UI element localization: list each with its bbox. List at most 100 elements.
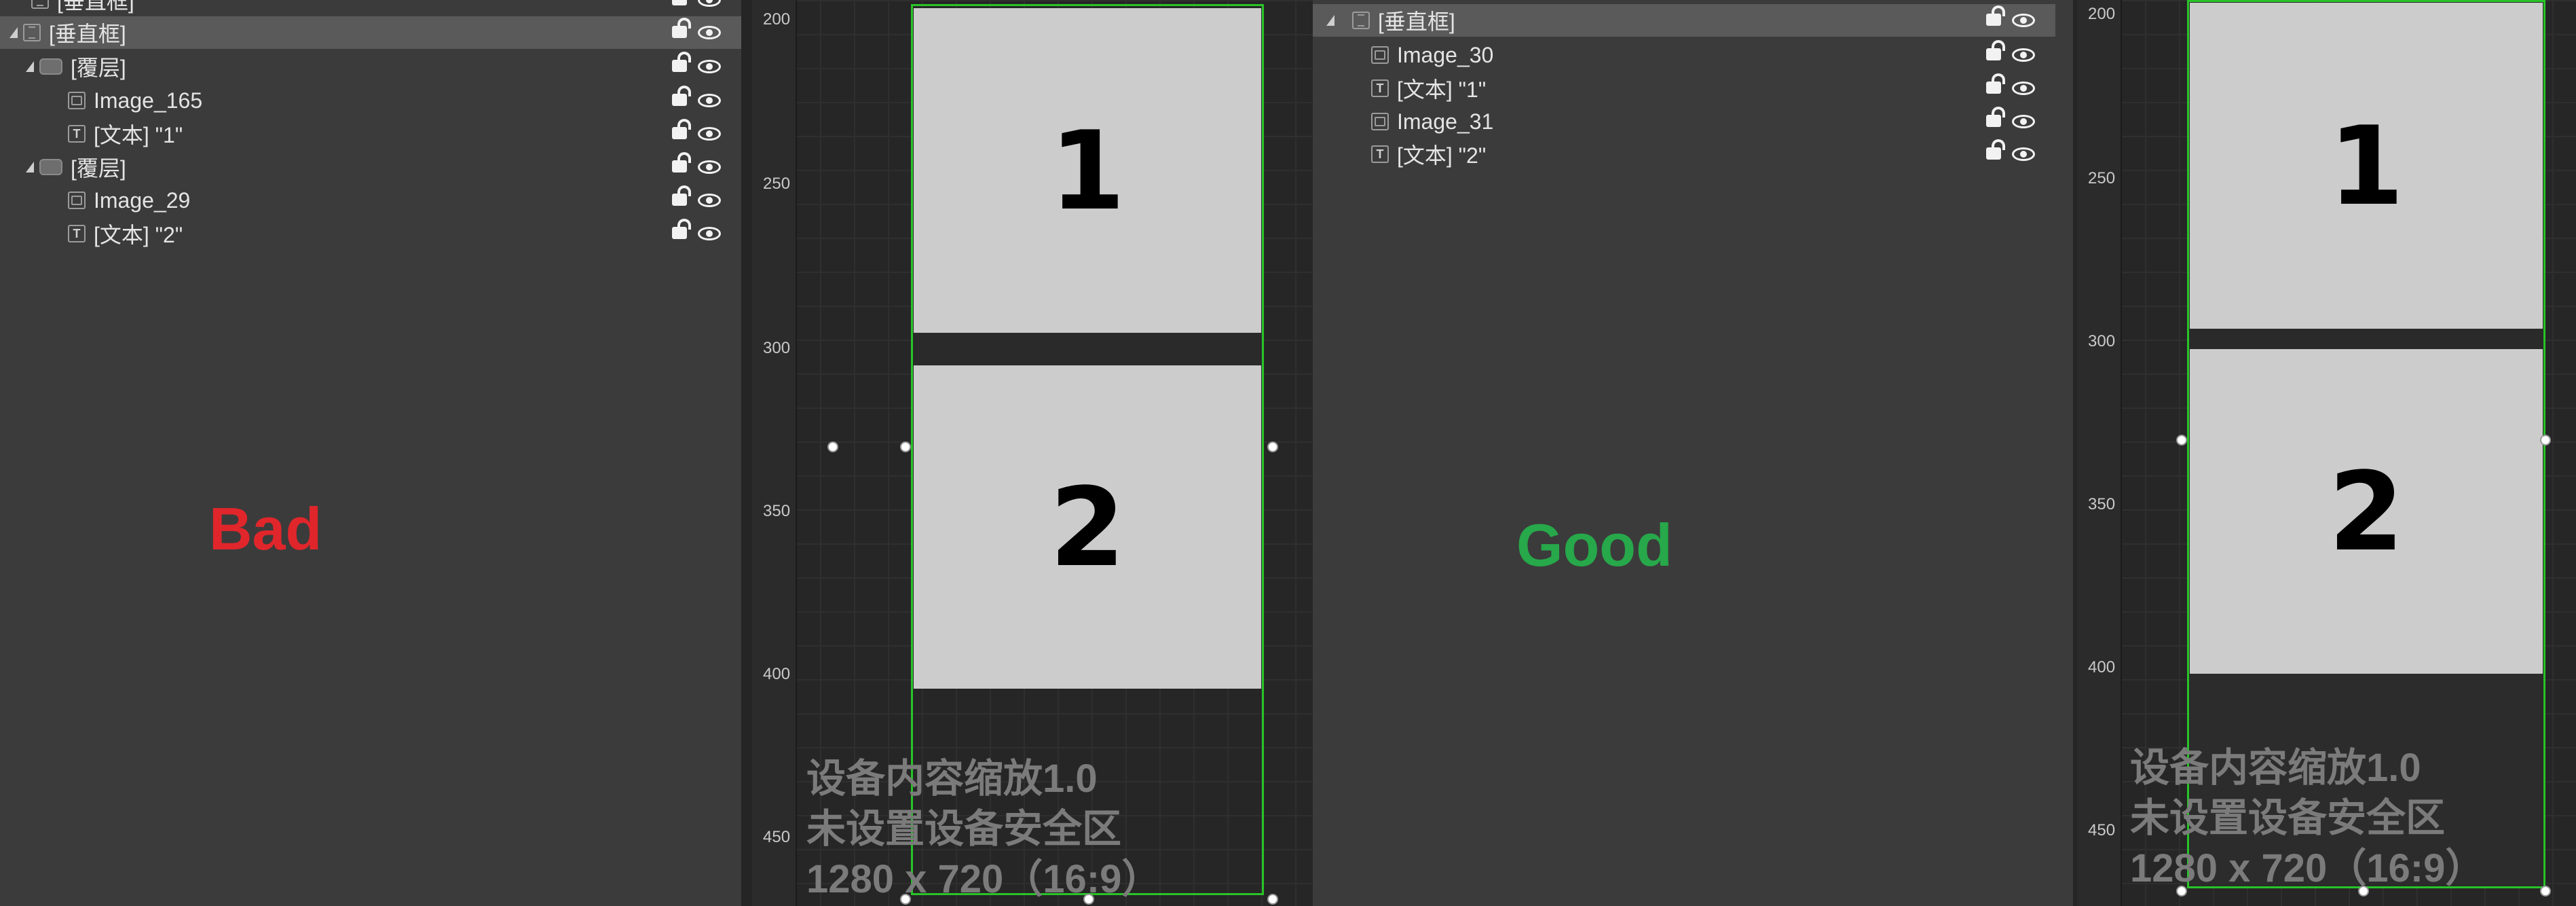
lock-icon[interactable] (1986, 73, 2005, 95)
ruler-tick: 350 (2088, 495, 2116, 513)
vertical-box-icon (31, 0, 49, 9)
ruler-tick: 300 (2088, 332, 2116, 350)
resize-handle[interactable] (1267, 441, 1278, 452)
ruler-tick: 200 (763, 10, 791, 29)
tile-2[interactable]: 2 (914, 365, 1261, 689)
tree-row-text-1[interactable]: T [文本] "1" (0, 117, 741, 150)
visibility-eye-icon[interactable] (698, 0, 721, 7)
overlay-icon (39, 159, 62, 175)
visibility-eye-icon[interactable] (2012, 115, 2035, 128)
image-icon (1371, 113, 1389, 130)
visibility-eye-icon[interactable] (698, 127, 721, 141)
lock-icon[interactable] (672, 0, 688, 7)
vertical-ruler: 200 250 300 350 400 450 (752, 0, 797, 906)
tree-row-image-30[interactable]: Image_30 (1313, 39, 2055, 71)
visibility-eye-icon[interactable] (698, 60, 721, 73)
row-controls (1986, 39, 2035, 71)
resize-handle[interactable] (900, 441, 911, 452)
left-designer-canvas[interactable]: 200 250 300 350 400 450 1 2 设备内容缩放1.0 未设… (752, 0, 1313, 906)
ruler-tick: 450 (763, 828, 791, 846)
visibility-eye-icon[interactable] (698, 227, 721, 240)
visibility-eye-icon[interactable] (2012, 81, 2035, 95)
row-controls (1986, 4, 2035, 37)
resize-handle[interactable] (2540, 435, 2551, 446)
visibility-eye-icon[interactable] (698, 26, 721, 39)
image-icon (68, 192, 86, 209)
ruler-tick: 250 (763, 175, 791, 193)
tree-row-label: [垂直框] (1378, 10, 1455, 34)
visibility-eye-icon[interactable] (2012, 48, 2035, 62)
tree-row-image-165[interactable]: Image_165 (0, 84, 741, 117)
tree-row-label: [覆层] (71, 156, 126, 181)
tree-row-text-1[interactable]: T [文本] "1" (1313, 72, 2055, 105)
lock-icon[interactable] (672, 18, 691, 39)
visibility-eye-icon[interactable] (2012, 14, 2035, 27)
ruler-tick: 400 (2088, 658, 2116, 676)
row-controls (1986, 138, 2035, 170)
expand-triangle-icon[interactable] (10, 27, 18, 38)
row-controls (1986, 72, 2035, 105)
lock-icon[interactable] (1986, 40, 2005, 62)
text-icon: T (1371, 79, 1389, 97)
row-controls (672, 16, 721, 49)
tree-row-image-31[interactable]: Image_31 (1313, 105, 2055, 138)
expand-triangle-icon[interactable] (26, 162, 34, 173)
lock-icon[interactable] (1986, 5, 2005, 27)
resize-handle[interactable] (1267, 894, 1278, 905)
tree-row-label: [垂直框] (57, 0, 134, 14)
lock-icon[interactable] (1986, 139, 2005, 161)
left-hierarchy-panel: [垂直框] [垂直框] [覆层] Image_165 T [文本] "1" [覆… (0, 0, 741, 906)
resize-handle[interactable] (2176, 435, 2187, 446)
tree-row-label: Image_30 (1397, 42, 1494, 67)
tree-row-label: [文本] "2" (1397, 143, 1487, 168)
ruler-tick: 250 (2088, 169, 2116, 187)
ruler-tick: 350 (763, 502, 791, 520)
ruler-tick: 200 (2088, 5, 2116, 23)
overlay-line-dpi: 设备内容缩放1.0 (806, 757, 1098, 801)
lock-icon[interactable] (672, 52, 691, 73)
tree-row-text-2[interactable]: T [文本] "2" (1313, 138, 2055, 170)
tree-row-text-2[interactable]: T [文本] "2" (0, 217, 741, 250)
lock-icon[interactable] (672, 86, 691, 107)
tile-2[interactable]: 2 (2190, 349, 2543, 674)
verdict-bad-label: Bad (209, 495, 322, 562)
tree-row-label: Image_165 (94, 88, 203, 113)
image-icon (1371, 46, 1389, 64)
right-hierarchy-panel: [垂直框] Image_30 T [文本] "1" Image_31 T [文本… (1313, 0, 2073, 906)
visibility-eye-icon[interactable] (698, 94, 721, 107)
tree-row-vertical-box-top[interactable]: [垂直框] (0, 0, 741, 16)
visibility-eye-icon[interactable] (698, 194, 721, 207)
lock-icon[interactable] (672, 219, 691, 240)
tree-row-overlay-2[interactable]: [覆层] (0, 151, 741, 183)
lock-icon[interactable] (672, 119, 691, 141)
tree-row-label: [文本] "1" (94, 123, 183, 147)
device-info-overlay: 设备内容缩放1.0 未设置设备安全区 1280 x 720（16:9） (2130, 743, 2484, 894)
overlay-icon (39, 58, 62, 75)
tree-row-image-29[interactable]: Image_29 (0, 184, 741, 217)
tree-row-label: Image_29 (94, 187, 191, 213)
tile-1[interactable]: 1 (2190, 3, 2543, 329)
expand-triangle-icon[interactable] (1326, 15, 1334, 26)
vertical-box-icon (23, 24, 41, 41)
tree-row-overlay-1[interactable]: [覆层] (0, 50, 741, 83)
right-designer-canvas[interactable]: 200 250 300 350 400 450 1 2 设备内容缩放1.0 未设… (2077, 0, 2576, 906)
device-info-overlay: 设备内容缩放1.0 未设置设备安全区 1280 x 720（16:9） (806, 754, 1161, 905)
tree-row-vertical-box-selected[interactable]: [垂直框] (0, 16, 741, 49)
image-icon (68, 92, 86, 109)
row-controls (672, 50, 721, 83)
resize-handle[interactable] (827, 441, 838, 452)
lock-icon[interactable] (672, 185, 691, 207)
tree-row-vertical-box-selected[interactable]: [垂直框] (1313, 4, 2055, 37)
visibility-eye-icon[interactable] (698, 160, 721, 174)
ruler-tick: 300 (763, 339, 791, 357)
text-icon: T (1371, 145, 1389, 163)
expand-triangle-icon[interactable] (26, 61, 34, 72)
tile-1[interactable]: 1 (914, 8, 1261, 333)
lock-icon[interactable] (1986, 107, 2005, 128)
resize-handle[interactable] (2540, 886, 2551, 896)
lock-icon[interactable] (672, 152, 691, 174)
visibility-eye-icon[interactable] (2012, 147, 2035, 161)
overlay-line-resolution: 1280 x 720（16:9） (806, 857, 1161, 901)
gap-bar (914, 333, 1261, 365)
row-controls (672, 217, 721, 250)
